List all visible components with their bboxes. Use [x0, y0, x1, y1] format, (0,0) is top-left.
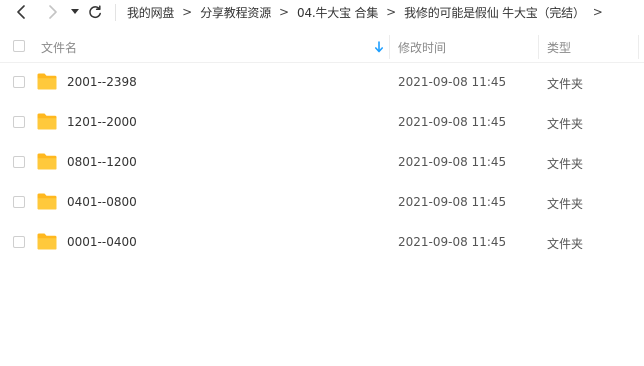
- column-header-modified[interactable]: 修改时间: [398, 39, 446, 56]
- folder-icon: [37, 153, 57, 170]
- row-checkbox[interactable]: [13, 116, 25, 128]
- breadcrumb-item-my-drive[interactable]: 我的网盘: [127, 4, 174, 21]
- chevron-left-icon: [17, 5, 25, 19]
- column-divider[interactable]: [638, 35, 639, 59]
- navigation-bar: 我的网盘 > 分享教程资源 > 04.牛大宝 合集 > 我修的可能是假仙 牛大宝…: [0, 0, 644, 26]
- folder-icon: [37, 193, 57, 210]
- table-row[interactable]: 0801--1200 2021-09-08 11:45 文件夹: [0, 142, 644, 182]
- caret-down-icon: [71, 9, 79, 14]
- breadcrumb-item-shared-tutorials[interactable]: 分享教程资源: [200, 4, 271, 21]
- table-header: 文件名 修改时间 类型: [0, 32, 644, 63]
- refresh-button[interactable]: [86, 0, 104, 24]
- breadcrumb-separator: >: [592, 5, 603, 19]
- file-modified-time: 2021-09-08 11:45: [398, 195, 507, 209]
- forward-button[interactable]: [44, 0, 62, 24]
- sort-down-arrow-icon[interactable]: [374, 41, 384, 53]
- file-modified-time: 2021-09-08 11:45: [398, 155, 507, 169]
- column-divider[interactable]: [389, 35, 390, 59]
- select-all-checkbox[interactable]: [13, 40, 25, 52]
- file-type: 文件夹: [547, 157, 584, 171]
- breadcrumb-separator: >: [386, 5, 397, 19]
- column-divider[interactable]: [538, 35, 539, 59]
- chevron-right-icon: [49, 5, 57, 19]
- column-header-type[interactable]: 类型: [547, 39, 571, 56]
- row-checkbox[interactable]: [13, 196, 25, 208]
- file-type: 文件夹: [547, 237, 584, 251]
- history-dropdown-button[interactable]: [68, 0, 82, 24]
- file-modified-time: 2021-09-08 11:45: [398, 75, 507, 89]
- file-modified-time: 2021-09-08 11:45: [398, 115, 507, 129]
- breadcrumb-separator: >: [278, 5, 290, 19]
- back-button[interactable]: [12, 0, 30, 24]
- nav-divider: [115, 4, 116, 21]
- file-name[interactable]: 2001--2398: [67, 75, 137, 89]
- table-row[interactable]: 2001--2398 2021-09-08 11:45 文件夹: [0, 62, 644, 102]
- breadcrumb-item-collection[interactable]: 04.牛大宝 合集: [297, 4, 378, 21]
- table-row[interactable]: 0401--0800 2021-09-08 11:45 文件夹: [0, 182, 644, 222]
- file-name[interactable]: 0001--0400: [67, 235, 137, 249]
- file-type: 文件夹: [547, 117, 584, 131]
- row-checkbox[interactable]: [13, 156, 25, 168]
- row-checkbox[interactable]: [13, 76, 25, 88]
- folder-icon: [37, 73, 57, 90]
- file-name[interactable]: 0801--1200: [67, 155, 137, 169]
- breadcrumb-separator: >: [182, 5, 193, 19]
- folder-icon: [37, 233, 57, 250]
- row-checkbox[interactable]: [13, 236, 25, 248]
- breadcrumb: 我的网盘 > 分享教程资源 > 04.牛大宝 合集 > 我修的可能是假仙 牛大宝…: [127, 0, 611, 24]
- folder-icon: [37, 113, 57, 130]
- column-header-name[interactable]: 文件名: [41, 39, 77, 56]
- file-name[interactable]: 0401--0800: [67, 195, 137, 209]
- breadcrumb-item-current-folder[interactable]: 我修的可能是假仙 牛大宝（完结）: [404, 4, 585, 21]
- file-modified-time: 2021-09-08 11:45: [398, 235, 507, 249]
- refresh-icon: [89, 5, 101, 19]
- file-name[interactable]: 1201--2000: [67, 115, 137, 129]
- file-type: 文件夹: [547, 197, 584, 211]
- table-row[interactable]: 1201--2000 2021-09-08 11:45 文件夹: [0, 102, 644, 142]
- file-type: 文件夹: [547, 77, 584, 91]
- file-manager: 我的网盘 > 分享教程资源 > 04.牛大宝 合集 > 我修的可能是假仙 牛大宝…: [0, 0, 644, 366]
- table-row[interactable]: 0001--0400 2021-09-08 11:45 文件夹: [0, 222, 644, 262]
